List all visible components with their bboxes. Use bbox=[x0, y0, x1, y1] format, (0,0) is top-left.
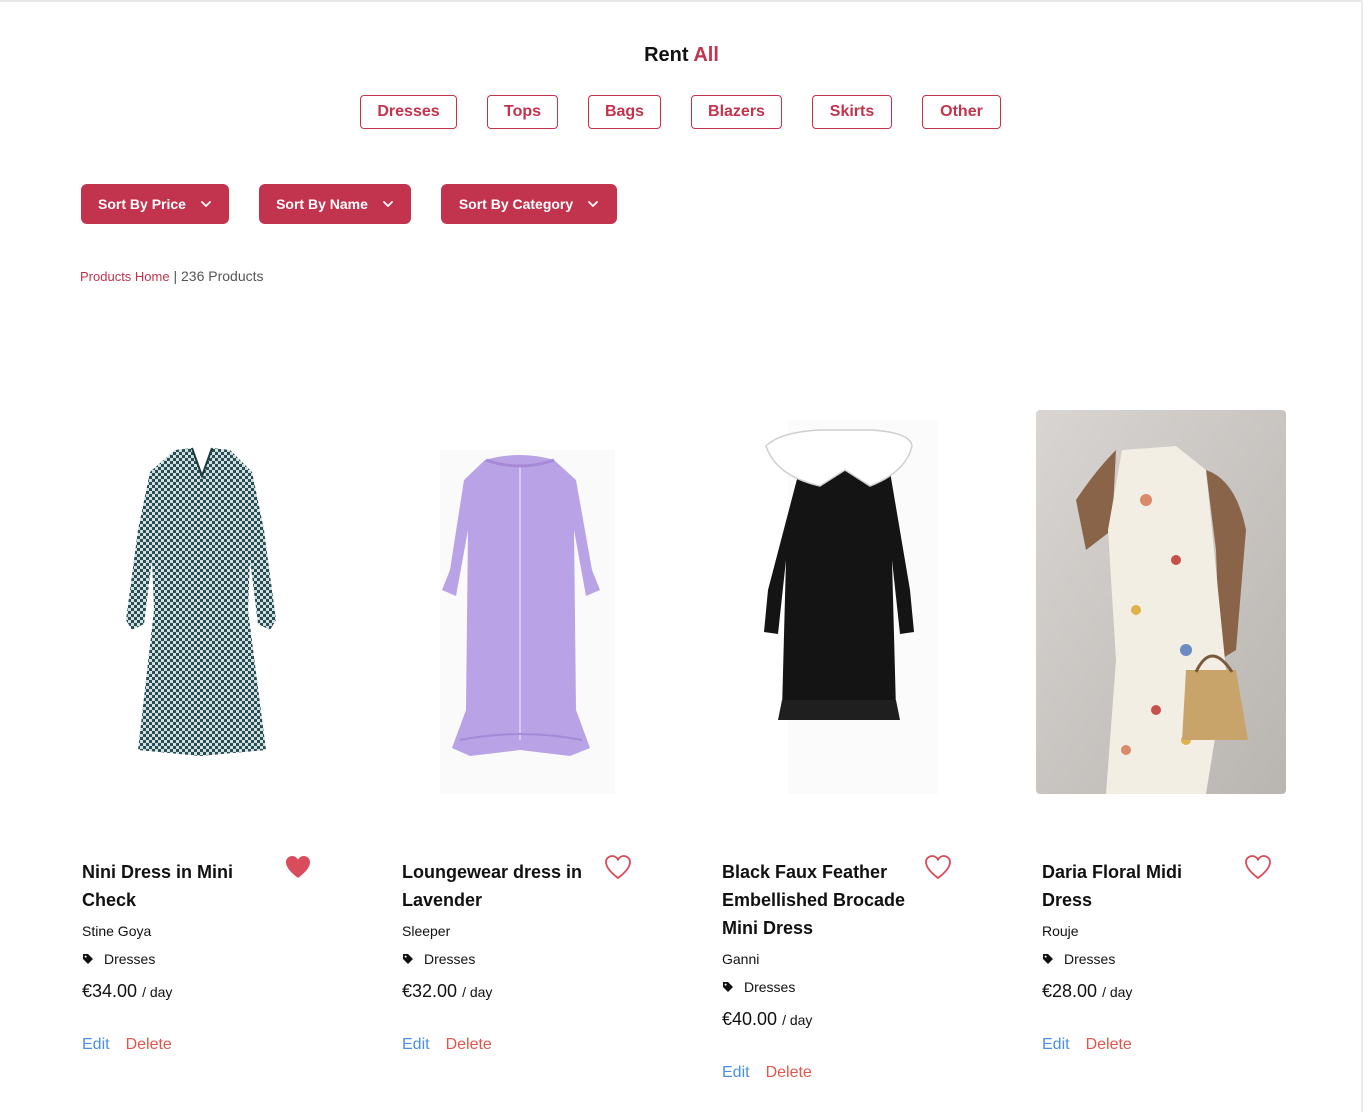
delete-link[interactable]: Delete bbox=[766, 1064, 812, 1082]
category-button-skirts[interactable]: Skirts bbox=[812, 95, 892, 129]
product-image[interactable] bbox=[400, 410, 650, 794]
product-price-value: €28.00 bbox=[1042, 981, 1098, 1001]
breadcrumb-home-link[interactable]: Products Home bbox=[80, 269, 170, 284]
product-category-label: Dresses bbox=[104, 951, 156, 967]
product-price: €34.00 / day bbox=[82, 981, 172, 1002]
product-price-unit: / day bbox=[142, 984, 173, 1000]
product-brand: Ganni bbox=[722, 951, 760, 967]
tag-icon bbox=[403, 954, 413, 964]
product-category: Dresses bbox=[722, 979, 795, 995]
breadcrumb-separator: | bbox=[173, 268, 178, 284]
product-image[interactable] bbox=[1036, 410, 1286, 794]
product-brand: Stine Goya bbox=[82, 923, 152, 939]
heart-outline-icon[interactable] bbox=[604, 854, 632, 880]
product-price-unit: / day bbox=[782, 1012, 813, 1028]
product-name[interactable]: Nini Dress in Mini Check bbox=[82, 858, 272, 914]
sort-by-price-button[interactable]: Sort By Price bbox=[81, 184, 229, 224]
edit-link[interactable]: Edit bbox=[402, 1036, 430, 1054]
product-category: Dresses bbox=[402, 951, 475, 967]
category-button-blazers[interactable]: Blazers bbox=[691, 95, 782, 129]
category-button-tops[interactable]: Tops bbox=[487, 95, 558, 129]
delete-link[interactable]: Delete bbox=[126, 1036, 172, 1054]
product-name[interactable]: Loungewear dress in Lavender bbox=[402, 858, 592, 914]
tag-icon bbox=[723, 982, 733, 992]
sort-by-name-label: Sort By Name bbox=[276, 196, 368, 212]
product-count: 236 Products bbox=[181, 268, 264, 284]
product-brand: Rouje bbox=[1042, 923, 1079, 939]
heart-filled-icon[interactable] bbox=[284, 854, 312, 880]
product-category-label: Dresses bbox=[1064, 951, 1116, 967]
category-button-other[interactable]: Other bbox=[922, 95, 1001, 129]
product-price: €40.00 / day bbox=[722, 1009, 812, 1030]
product-price-value: €32.00 bbox=[402, 981, 458, 1001]
sort-by-name-button[interactable]: Sort By Name bbox=[259, 184, 411, 224]
product-price: €28.00 / day bbox=[1042, 981, 1132, 1002]
chevron-down-icon bbox=[588, 201, 599, 207]
category-button-dresses[interactable]: Dresses bbox=[360, 95, 457, 129]
product-actions: Edit Delete bbox=[82, 1036, 172, 1054]
chevron-down-icon bbox=[383, 201, 393, 207]
product-category-label: Dresses bbox=[744, 979, 796, 995]
edit-link[interactable]: Edit bbox=[82, 1036, 110, 1054]
category-button-bags[interactable]: Bags bbox=[588, 95, 661, 129]
top-border bbox=[0, 0, 1363, 2]
heart-outline-icon[interactable] bbox=[1244, 854, 1272, 880]
sort-by-price-label: Sort By Price bbox=[98, 196, 186, 212]
sort-by-category-label: Sort By Category bbox=[458, 196, 574, 212]
sort-by-category-button[interactable]: Sort By Category bbox=[441, 184, 617, 224]
breadcrumb: Products Home | 236 Products bbox=[80, 268, 264, 284]
edit-link[interactable]: Edit bbox=[722, 1064, 750, 1082]
product-price: €32.00 / day bbox=[402, 981, 492, 1002]
product-price-value: €40.00 bbox=[722, 1009, 778, 1029]
page-title-accent: All bbox=[693, 44, 719, 66]
product-category-label: Dresses bbox=[424, 951, 476, 967]
product-image[interactable] bbox=[80, 410, 330, 794]
product-actions: Edit Delete bbox=[1042, 1036, 1132, 1054]
heart-outline-icon[interactable] bbox=[924, 854, 952, 880]
product-price-value: €34.00 bbox=[82, 981, 138, 1001]
product-price-unit: / day bbox=[1102, 984, 1133, 1000]
edit-link[interactable]: Edit bbox=[1042, 1036, 1070, 1054]
page-title-prefix: Rent bbox=[644, 44, 689, 66]
product-price-unit: / day bbox=[462, 984, 493, 1000]
product-category: Dresses bbox=[82, 951, 155, 967]
product-name[interactable]: Daria Floral Midi Dress bbox=[1042, 858, 1232, 914]
page-title: Rent All bbox=[0, 44, 1363, 67]
product-actions: Edit Delete bbox=[722, 1064, 812, 1082]
product-actions: Edit Delete bbox=[402, 1036, 492, 1054]
product-name[interactable]: Black Faux Feather Embellished Brocade M… bbox=[722, 858, 912, 942]
chevron-down-icon bbox=[201, 201, 211, 207]
tag-icon bbox=[1043, 954, 1053, 964]
product-image[interactable] bbox=[720, 410, 970, 794]
delete-link[interactable]: Delete bbox=[1086, 1036, 1132, 1054]
product-brand: Sleeper bbox=[402, 923, 451, 939]
tag-icon bbox=[83, 954, 93, 964]
delete-link[interactable]: Delete bbox=[446, 1036, 492, 1054]
product-category: Dresses bbox=[1042, 951, 1115, 967]
